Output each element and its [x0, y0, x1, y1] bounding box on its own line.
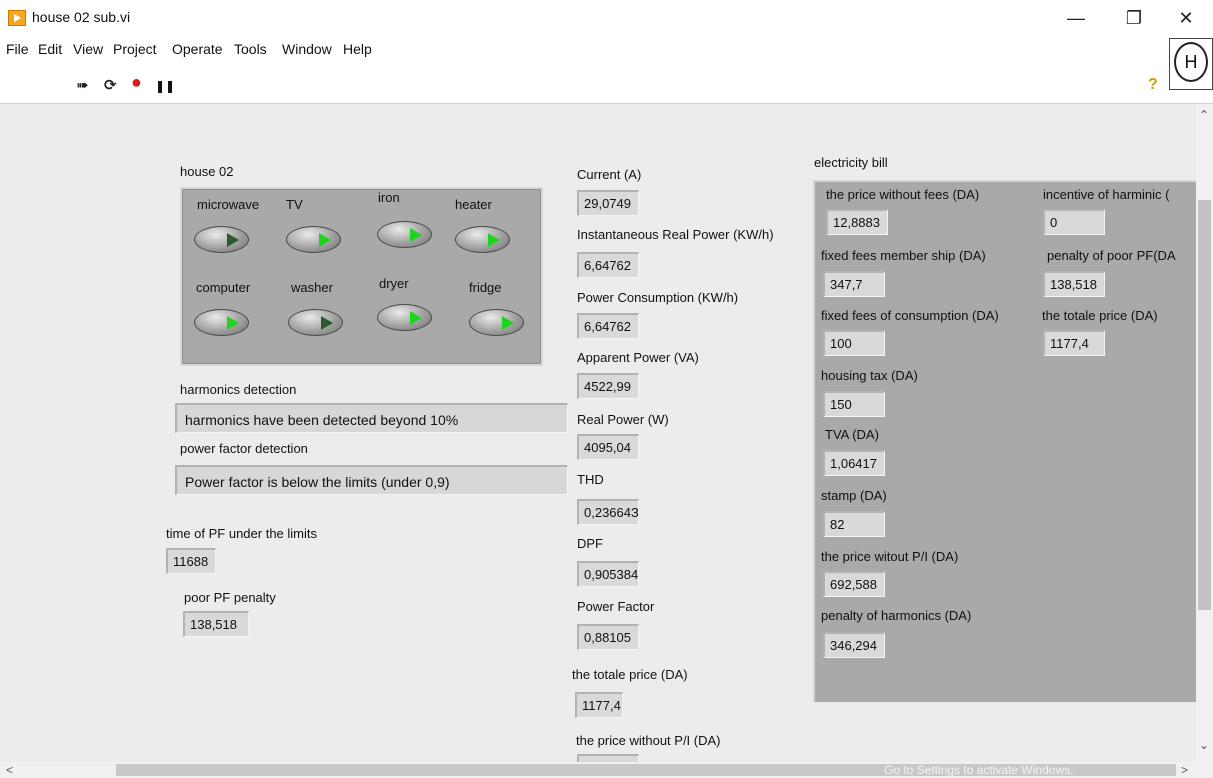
close-button[interactable]: ✕ — [1166, 4, 1206, 32]
bill-label: stamp (DA) — [821, 488, 887, 503]
maximize-button[interactable]: ❐ — [1114, 4, 1154, 32]
washer-led — [288, 309, 343, 336]
measure-indicator: 4522,99 — [577, 373, 639, 399]
scroll-down-icon[interactable]: ⌄ — [1199, 738, 1209, 752]
bill-indicator: 82 — [823, 511, 885, 537]
measure-label: Real Power (W) — [577, 412, 669, 427]
bill-label: penalty of poor PF(DA — [1047, 248, 1176, 263]
measure-label: THD — [577, 472, 604, 487]
run-arrow-icon[interactable]: ➠ — [76, 76, 89, 94]
measure-label: Apparent Power (VA) — [577, 350, 699, 365]
electricity-bill-title: electricity bill — [814, 155, 888, 170]
bill-label: penalty of harmonics (DA) — [821, 608, 972, 623]
vertical-scroll-thumb[interactable] — [1198, 200, 1211, 610]
measure-indicator: 0,23664З — [577, 499, 639, 525]
minimize-button[interactable]: — — [1056, 4, 1096, 32]
microwave-led — [194, 226, 249, 253]
menu-help[interactable]: Help — [343, 41, 372, 57]
menu-edit[interactable]: Edit — [38, 41, 62, 57]
appliance-label: iron — [378, 190, 400, 205]
pf-penalty-indicator: 138,518 — [183, 611, 249, 637]
appliance-label: microwave — [197, 197, 260, 212]
toolbar — [0, 64, 1213, 104]
measure-label: Current (A) — [577, 167, 642, 182]
measure-label: Power Factor — [577, 599, 655, 614]
connector-pane-h-icon: H — [1174, 42, 1208, 82]
appliance-label: dryer — [379, 276, 409, 291]
context-help-icon[interactable]: ? — [1148, 76, 1158, 94]
pf-time-indicator: 11688 — [166, 548, 216, 574]
bill-label: TVA (DA) — [825, 427, 879, 442]
house-appliances-cluster — [180, 187, 543, 366]
menu-project[interactable]: Project — [113, 41, 157, 57]
activation-watermark: Go to Settings to activate Windows. — [884, 763, 1074, 777]
bill-indicator: 347,7 — [823, 271, 885, 297]
heater-led — [455, 226, 510, 253]
power-factor-detection-indicator: Power factor is below the limits (under … — [175, 465, 568, 495]
bill-indicator: 150 — [823, 391, 885, 417]
bill-label: the totale price (DA) — [1042, 308, 1158, 323]
appliance-label: fridge — [469, 280, 502, 295]
bill-indicator: 100 — [823, 330, 885, 356]
bill-indicator: 12,8883 — [826, 209, 888, 235]
abort-stop-icon[interactable]: ● — [131, 72, 142, 93]
run-continuously-icon[interactable]: ⟳ — [104, 76, 117, 94]
window-title: house 02 sub.vi — [32, 9, 131, 25]
scroll-up-icon[interactable]: ⌃ — [1199, 108, 1209, 122]
measure-indicator: 29,0749 — [577, 190, 639, 216]
title-bar — [0, 0, 1213, 36]
bill-indicator: 0 — [1043, 209, 1105, 235]
menu-operate[interactable]: Operate — [172, 41, 223, 57]
bill-indicator: 1177,4 — [1043, 330, 1105, 356]
measure-label: Power Consumption (KW/h) — [577, 290, 739, 305]
appliance-label: heater — [455, 197, 492, 212]
bill-label: housing tax (DA) — [821, 368, 918, 383]
harmonics-detection-label: harmonics detection — [180, 382, 297, 397]
scroll-right-icon[interactable]: > — [1181, 763, 1188, 777]
bill-label: incentive of harminic ( — [1043, 187, 1170, 202]
pf-time-label: time of PF under the limits — [166, 526, 317, 541]
bill-label: fixed fees member ship (DA) — [821, 248, 986, 263]
computer-led — [194, 309, 249, 336]
tv-led — [286, 226, 341, 253]
measure-indicator: 4095,04 — [577, 434, 639, 460]
measure-label: DPF — [577, 536, 603, 551]
menu-window[interactable]: Window — [282, 41, 332, 57]
menu-bar: File Edit View Project Operate Tools Win… — [0, 36, 1213, 64]
measure-indicator: 0,905384 — [577, 561, 639, 587]
measure-indicator: 1177,4 — [575, 692, 623, 718]
appliance-label: TV — [286, 197, 303, 212]
pf-penalty-label: poor PF penalty — [184, 590, 276, 605]
menu-view[interactable]: View — [73, 41, 103, 57]
house-title: house 02 — [180, 164, 234, 179]
dryer-led — [377, 304, 432, 331]
measure-indicator: 6,64762 — [577, 313, 639, 339]
appliance-label: washer — [291, 280, 333, 295]
menu-tools[interactable]: Tools — [234, 41, 267, 57]
bill-indicator: 1,06417 — [823, 450, 885, 476]
fridge-led — [469, 309, 524, 336]
bill-label: the price witout P/I (DA) — [821, 549, 959, 564]
pause-icon[interactable]: ❚❚ — [155, 79, 175, 93]
bill-indicator: 138,518 — [1043, 271, 1105, 297]
labview-vi-icon — [8, 10, 26, 26]
menu-file[interactable]: File — [6, 41, 29, 57]
measure-label: the price without P/I (DA) — [576, 733, 721, 748]
measure-label: Instantaneous Real Power (KW/h) — [577, 227, 774, 242]
measure-label: the totale price (DA) — [572, 667, 688, 682]
measure-indicator: 0,88105 — [577, 624, 639, 650]
harmonics-detection-indicator: harmonics have been detected beyond 10% — [175, 403, 568, 433]
iron-led — [377, 221, 432, 248]
appliance-label: computer — [196, 280, 251, 295]
bill-label: fixed fees of consumption (DA) — [821, 308, 999, 323]
bill-label: the price without fees (DA) — [826, 187, 980, 202]
bill-indicator: 692,588 — [823, 571, 885, 597]
measure-indicator: 6,64762 — [577, 252, 639, 278]
scroll-left-icon[interactable]: < — [6, 763, 13, 777]
power-factor-detection-label: power factor detection — [180, 441, 308, 456]
bill-indicator: 346,294 — [823, 632, 885, 658]
